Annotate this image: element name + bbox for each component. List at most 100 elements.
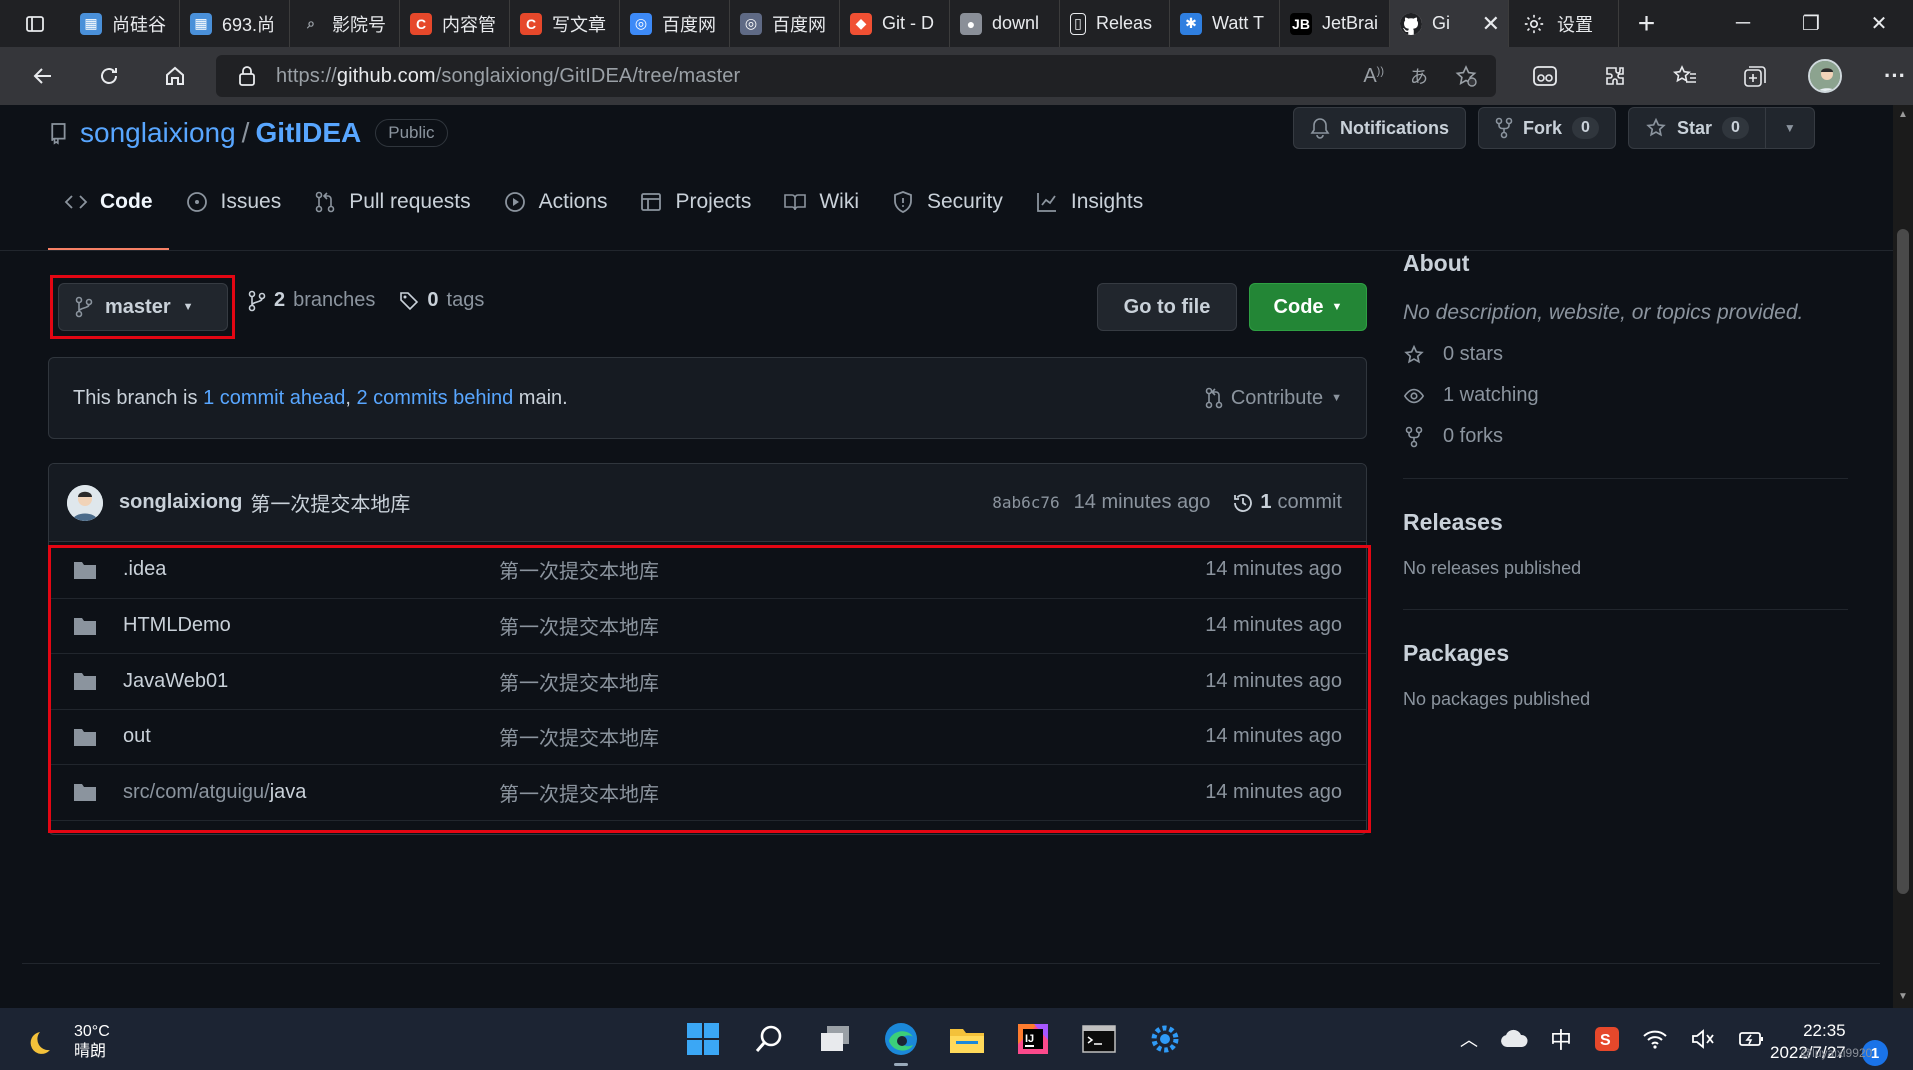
tab-security[interactable]: Security [875,153,1019,251]
browser-tab[interactable]: C 写文章 [510,0,620,47]
favorites-icon[interactable] [1650,47,1720,105]
extensions-icon[interactable] [1580,47,1650,105]
new-tab-button[interactable]: + [1618,0,1674,47]
refresh-button[interactable] [76,47,142,105]
stars-link[interactable]: 0 stars [1403,343,1848,366]
task-view-button[interactable] [802,1008,868,1070]
home-button[interactable] [142,47,208,105]
browser-tab[interactable]: ◆ Git - D [840,0,950,47]
branches-link[interactable]: 2 branches [248,289,375,312]
tags-link[interactable]: 0 tags [399,289,484,312]
browser-tab[interactable]: ▯ Releas [1060,0,1170,47]
author-avatar[interactable] [67,484,103,521]
edge-taskbar-icon[interactable] [868,1008,934,1070]
active-tab-github[interactable]: Gi ✕ [1390,0,1508,47]
commit-author-link[interactable]: songlaixiong [119,491,242,514]
browser-tab[interactable]: ● downl [950,0,1060,47]
tab-issues[interactable]: Issues [169,153,298,251]
browser-tab[interactable]: ▦ 693.尚 [180,0,290,47]
tab-projects[interactable]: Projects [623,153,767,251]
more-menu-icon[interactable]: ··· [1860,47,1913,105]
releases-heading[interactable]: Releases [1403,509,1848,536]
browser-tab[interactable]: ◎ 百度网 [620,0,730,47]
search-button[interactable] [736,1008,802,1070]
branch-icon [248,290,266,311]
browser-tab[interactable]: ▦ 尚硅谷 [70,0,180,47]
close-tab-icon[interactable]: ✕ [1482,11,1500,37]
back-button[interactable] [10,47,76,105]
browser-tab-title: Git - D [882,13,934,33]
translate-icon[interactable]: あ [1410,63,1428,89]
commit-history-link[interactable]: 1 commit [1232,491,1342,514]
issue-icon [186,192,207,212]
repo-name-link[interactable]: GitIDEA [255,117,361,149]
nav-label: Pull requests [349,190,471,213]
address-bar[interactable]: https://github.com/songlaixiong/GitIDEA/… [216,55,1496,97]
file-explorer-taskbar-icon[interactable] [934,1008,1000,1070]
scroll-up-icon[interactable]: ▲ [1897,109,1909,121]
commit-sha-link[interactable]: 8ab6c76 [992,493,1059,512]
go-to-file-button[interactable]: Go to file [1097,283,1237,331]
star-button[interactable]: Star 0 [1627,107,1766,149]
lock-icon[interactable] [238,65,256,87]
url-text[interactable]: https://github.com/songlaixiong/GitIDEA/… [276,65,740,88]
browser-tab[interactable]: ◎ 百度网 [730,0,840,47]
svg-text:S: S [1600,1032,1611,1049]
forks-link[interactable]: 0 forks [1403,425,1848,448]
tab-pull-requests[interactable]: Pull requests [297,153,486,251]
notifications-button[interactable]: Notifications [1293,107,1467,149]
close-window-button[interactable]: ✕ [1845,0,1913,47]
scroll-thumb[interactable] [1897,229,1909,894]
repo-owner-link[interactable]: songlaixiong [80,117,236,149]
browser-tab[interactable]: JB JetBrai [1280,0,1390,47]
ime-indicator[interactable]: 中 [1550,1023,1572,1055]
browser-tab[interactable]: ⌕ 影院号 [290,0,400,47]
caret-down-icon: ▼ [1331,392,1342,404]
nav-label: Insights [1070,190,1144,213]
visibility-badge: Public [375,119,448,147]
show-hidden-icons-chevron[interactable]: ︿ [1460,1026,1478,1052]
volume-muted-icon[interactable] [1690,1028,1716,1050]
settings-taskbar-icon[interactable] [1132,1008,1198,1070]
tab-insights[interactable]: Insights [1019,153,1159,251]
page-scrollbar[interactable]: ▲ ▼ [1893,105,1913,1008]
tab-actions[interactable]: Actions [487,153,624,251]
onedrive-cloud-icon[interactable] [1500,1029,1528,1049]
terminal-taskbar-icon[interactable] [1066,1008,1132,1070]
tab-wiki[interactable]: Wiki [767,153,875,251]
calendar-icon: ▦ [80,12,102,35]
tab-settings[interactable]: 设置 [1508,0,1618,47]
start-button[interactable] [670,1008,736,1070]
watching-link[interactable]: 1 watching [1403,384,1848,407]
commits-behind-link[interactable]: 2 commits behind [356,387,513,410]
star-lists-dropdown[interactable]: ▼ [1765,107,1815,149]
profile-avatar[interactable] [1790,47,1860,105]
collections-icon[interactable] [1720,47,1790,105]
browser-tab[interactable]: ✱ Watt T [1170,0,1280,47]
immersive-reader-icon[interactable] [1510,47,1580,105]
wps-cloud-icon[interactable]: S [1594,1026,1620,1052]
folder-icon [950,1029,984,1053]
active-tab-title: Gi [1432,13,1450,33]
tab-code[interactable]: Code [48,153,169,251]
restore-button[interactable]: ❐ [1777,0,1845,47]
minimize-button[interactable]: ─ [1709,0,1777,47]
gear-icon [1524,14,1544,33]
fork-button[interactable]: Fork 0 [1478,107,1616,149]
packages-heading[interactable]: Packages [1403,640,1848,667]
add-favorite-icon[interactable] [1454,64,1478,88]
commit-message-link[interactable]: 第一次提交本地库 [250,488,410,517]
read-aloud-icon[interactable]: A)) [1363,65,1384,88]
wifi-icon[interactable] [1642,1028,1668,1050]
weather-widget[interactable]: 30°C 晴朗 [28,1022,110,1062]
intellij-taskbar-icon[interactable]: IJ [1000,1008,1066,1070]
scroll-down-icon[interactable]: ▼ [1897,991,1909,1003]
browser-tab[interactable]: C 内容管 [400,0,510,47]
tab-actions-menu-icon[interactable] [0,0,70,47]
code-dropdown-button[interactable]: Code ▼ [1249,283,1367,331]
footer-divider [22,963,1880,964]
contribute-dropdown[interactable]: Contribute ▼ [1205,387,1342,410]
commits-ahead-link[interactable]: 1 commit ahead [203,387,345,410]
battery-charging-icon[interactable] [1738,1028,1766,1050]
file-commit-message-link[interactable]: 第一次提交本地库 [499,833,1205,834]
